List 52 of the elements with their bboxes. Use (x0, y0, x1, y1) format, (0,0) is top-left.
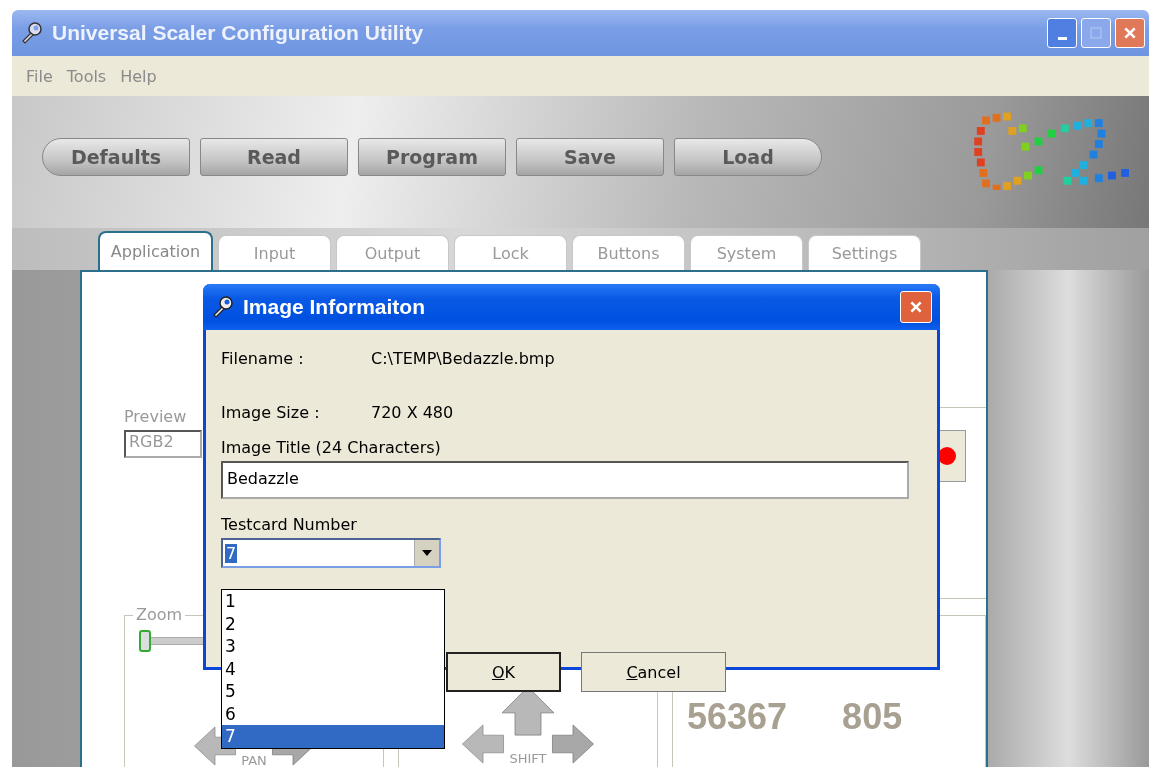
field-label: Image Size : (221, 402, 321, 422)
toolbar-button[interactable]: Program (358, 138, 506, 176)
dropdown-option[interactable]: 7 (222, 725, 444, 748)
shift-label: SHIFT (509, 752, 547, 766)
pan-label: PAN (241, 754, 267, 767)
caret-icon (422, 550, 432, 556)
reading-value: 805 (842, 696, 903, 739)
image-title-field[interactable]: Bedazzle (221, 461, 909, 499)
maximize-icon (1090, 27, 1102, 39)
dialog-button[interactable]: OK (446, 652, 561, 692)
menu-item[interactable]: Tools (66, 66, 107, 86)
testcard-dropdown[interactable]: 7 (221, 538, 441, 568)
toolbar-button[interactable]: Save (516, 138, 664, 176)
close-button[interactable] (1115, 18, 1145, 48)
record-icon (937, 446, 957, 466)
field-value: 720 X 480 (371, 402, 454, 422)
tab[interactable]: Buttons (572, 235, 685, 270)
preview-label: Preview (124, 407, 188, 426)
menu-item[interactable]: File (26, 66, 53, 86)
slider-thumb[interactable] (139, 630, 151, 652)
image-title-label: Image Title (24 Characters) (221, 438, 442, 457)
maximize-button[interactable] (1081, 18, 1111, 48)
minimize-button[interactable] (1047, 18, 1077, 48)
dialog-title: Image Informaiton (243, 295, 427, 319)
dropdown-option[interactable]: 1 (222, 590, 444, 613)
field-value: C:\TEMP\Bedazzle.bmp (371, 348, 555, 368)
menu-item[interactable]: Help (120, 66, 157, 86)
dropdown-option[interactable]: 4 (222, 657, 444, 680)
tab[interactable]: Output (336, 235, 449, 270)
testcard-label: Testcard Number (221, 515, 358, 534)
tab[interactable]: Application (98, 231, 213, 270)
dropdown-option[interactable]: 5 (222, 680, 444, 703)
dropdown-option[interactable]: 6 (222, 702, 444, 725)
dropdown-option[interactable]: 2 (222, 612, 444, 635)
preview-field[interactable]: RGB2 (124, 430, 202, 458)
tab[interactable]: Lock (454, 235, 567, 270)
reading-value: 56367 (687, 696, 788, 739)
tab[interactable]: Input (218, 235, 331, 270)
close-icon (909, 300, 923, 314)
dropdown-option[interactable]: 3 (222, 635, 444, 658)
close-icon (1123, 26, 1137, 40)
field-label: Filename : (221, 348, 305, 368)
toolbar-button[interactable]: Defaults (42, 138, 190, 176)
minimize-icon (1057, 36, 1067, 40)
arrow-left-icon (461, 722, 506, 766)
tab[interactable]: Settings (808, 235, 921, 270)
close-button[interactable] (900, 291, 932, 323)
tab[interactable]: System (690, 235, 803, 270)
toolbar-button[interactable]: Load (674, 138, 822, 176)
dialog-button[interactable]: Cancel (581, 652, 726, 692)
window-title: Universal Scaler Configuration Utility (52, 21, 425, 45)
toolbar-button[interactable]: Read (200, 138, 348, 176)
